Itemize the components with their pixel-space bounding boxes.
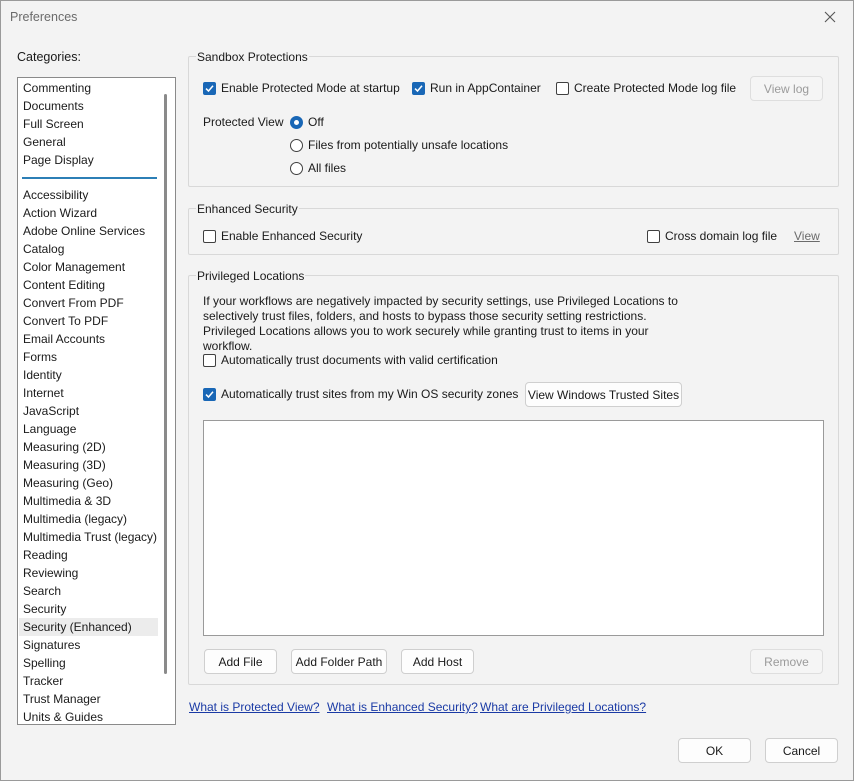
trust-os-zones-box[interactable] [203,387,216,401]
trust-os-zones-checkbox[interactable]: Automatically trust sites from my Win OS… [203,387,518,401]
category-item[interactable]: Measuring (2D) [19,438,158,456]
protected-view-off-label: Off [308,115,324,129]
category-item[interactable]: Accessibility [19,186,158,204]
cross-domain-log-label: Cross domain log file [665,229,778,243]
view-windows-trusted-sites-button[interactable]: View Windows Trusted Sites [525,382,682,407]
cross-domain-log-box[interactable] [647,229,660,243]
category-item[interactable]: Adobe Online Services [19,222,158,240]
category-item[interactable]: Security [19,600,158,618]
category-item[interactable]: Measuring (Geo) [19,474,158,492]
ok-button[interactable]: OK [678,738,751,763]
category-item[interactable]: Page Display [19,151,158,169]
category-item[interactable]: Full Screen [19,115,158,133]
view-cross-domain-link[interactable]: View [794,229,820,243]
what-is-protected-view-link[interactable]: What is Protected View? [189,700,320,714]
trust-os-zones-label: Automatically trust sites from my Win OS… [221,387,519,401]
checkmark-icon [205,390,214,398]
category-item[interactable]: Forms [19,348,158,366]
enhanced-security-box[interactable] [203,229,216,243]
category-item[interactable]: Signatures [19,636,158,654]
what-is-enhanced-security-link[interactable]: What is Enhanced Security? [327,700,478,714]
categories-scrollbar[interactable] [164,94,167,674]
enhanced-security-checkbox[interactable]: Enable Enhanced Security [203,229,362,243]
protected-view-off-dot[interactable] [290,115,303,129]
category-item[interactable]: Language [19,420,158,438]
category-item[interactable]: Measuring (3D) [19,456,158,474]
category-item[interactable]: Internet [19,384,158,402]
privileged-locations-description: If your workflows are negatively impacte… [203,294,678,353]
protected-view-all-radio[interactable]: All files [290,161,346,175]
trust-certified-docs-checkbox[interactable]: Automatically trust documents with valid… [203,353,498,367]
close-icon [824,11,836,22]
category-item[interactable]: Convert From PDF [19,294,158,312]
add-folder-path-button[interactable]: Add Folder Path [291,649,387,674]
protected-mode-box[interactable] [203,81,216,95]
protected-mode-label: Enable Protected Mode at startup [221,81,400,95]
category-item[interactable]: Color Management [19,258,158,276]
privileged-locations-title: Privileged Locations [196,269,306,283]
protected-view-all-label: All files [308,161,347,175]
category-item[interactable]: JavaScript [19,402,158,420]
category-item[interactable]: General [19,133,158,151]
protected-view-unsafe-radio[interactable]: Files from potentially unsafe locations [290,138,508,152]
cross-domain-log-checkbox[interactable]: Cross domain log file [647,229,777,243]
categories-list[interactable]: Commenting Documents Full Screen General Pag… [17,77,176,725]
appcontainer-box[interactable] [412,81,425,95]
remove-button[interactable]: Remove [750,649,823,674]
protected-view-label: Protected View [203,115,284,129]
category-item[interactable]: Multimedia & 3D [19,492,158,510]
close-button[interactable] [807,1,853,32]
category-item[interactable]: Multimedia (legacy) [19,510,158,528]
category-item[interactable]: Search [19,582,158,600]
cancel-button[interactable]: Cancel [765,738,838,763]
protected-mode-checkbox[interactable]: Enable Protected Mode at startup [203,81,400,95]
categories-label: Categories: [17,50,81,64]
protected-view-unsafe-label: Files from potentially unsafe locations [308,138,509,152]
view-log-button[interactable]: View log [750,76,823,101]
privileged-locations-list[interactable] [203,420,824,636]
title-bar: Preferences [1,1,853,33]
add-host-button[interactable]: Add Host [401,649,474,674]
enhanced-security-title: Enhanced Security [196,202,299,216]
add-file-button[interactable]: Add File [204,649,277,674]
category-item[interactable]: Convert To PDF [19,312,158,330]
protected-mode-log-checkbox[interactable]: Create Protected Mode log file [556,81,736,95]
category-item[interactable]: Catalog [19,240,158,258]
enhanced-security-label: Enable Enhanced Security [221,229,363,243]
category-item[interactable]: Reading [19,546,158,564]
sandbox-protections-title: Sandbox Protections [196,50,309,64]
category-item[interactable]: Spelling [19,654,158,672]
category-item[interactable]: Security (Enhanced) [19,618,158,636]
category-item[interactable]: Units & Guides [19,708,158,724]
protected-view-all-dot[interactable] [290,161,303,175]
category-item[interactable]: Multimedia Trust (legacy) [19,528,158,546]
checkmark-icon [205,84,214,92]
category-item[interactable]: Commenting [19,79,158,97]
protected-mode-log-label: Create Protected Mode log file [574,81,737,95]
appcontainer-label: Run in AppContainer [430,81,541,95]
category-item[interactable]: Reviewing [19,564,158,582]
appcontainer-checkbox[interactable]: Run in AppContainer [412,81,541,95]
trust-certified-docs-box[interactable] [203,353,216,367]
category-item[interactable]: Tracker [19,672,158,690]
window-title: Preferences [10,10,78,24]
category-item[interactable]: Trust Manager [19,690,158,708]
category-item[interactable]: Email Accounts [19,330,158,348]
what-are-privileged-locations-link[interactable]: What are Privileged Locations? [480,700,646,714]
preferences-dialog: Preferences Categories: Commenting Docume… [0,0,854,781]
category-item[interactable]: Documents [19,97,158,115]
sandbox-protections-group [188,56,839,187]
category-item[interactable]: Content Editing [19,276,158,294]
category-item[interactable]: Action Wizard [19,204,158,222]
protected-view-off-radio[interactable]: Off [290,115,324,129]
categories-separator [22,177,157,179]
category-item[interactable]: Identity [19,366,158,384]
protected-mode-log-box[interactable] [556,81,569,95]
checkmark-icon [414,84,423,92]
trust-certified-docs-label: Automatically trust documents with valid… [221,353,498,367]
protected-view-unsafe-dot[interactable] [290,138,303,152]
